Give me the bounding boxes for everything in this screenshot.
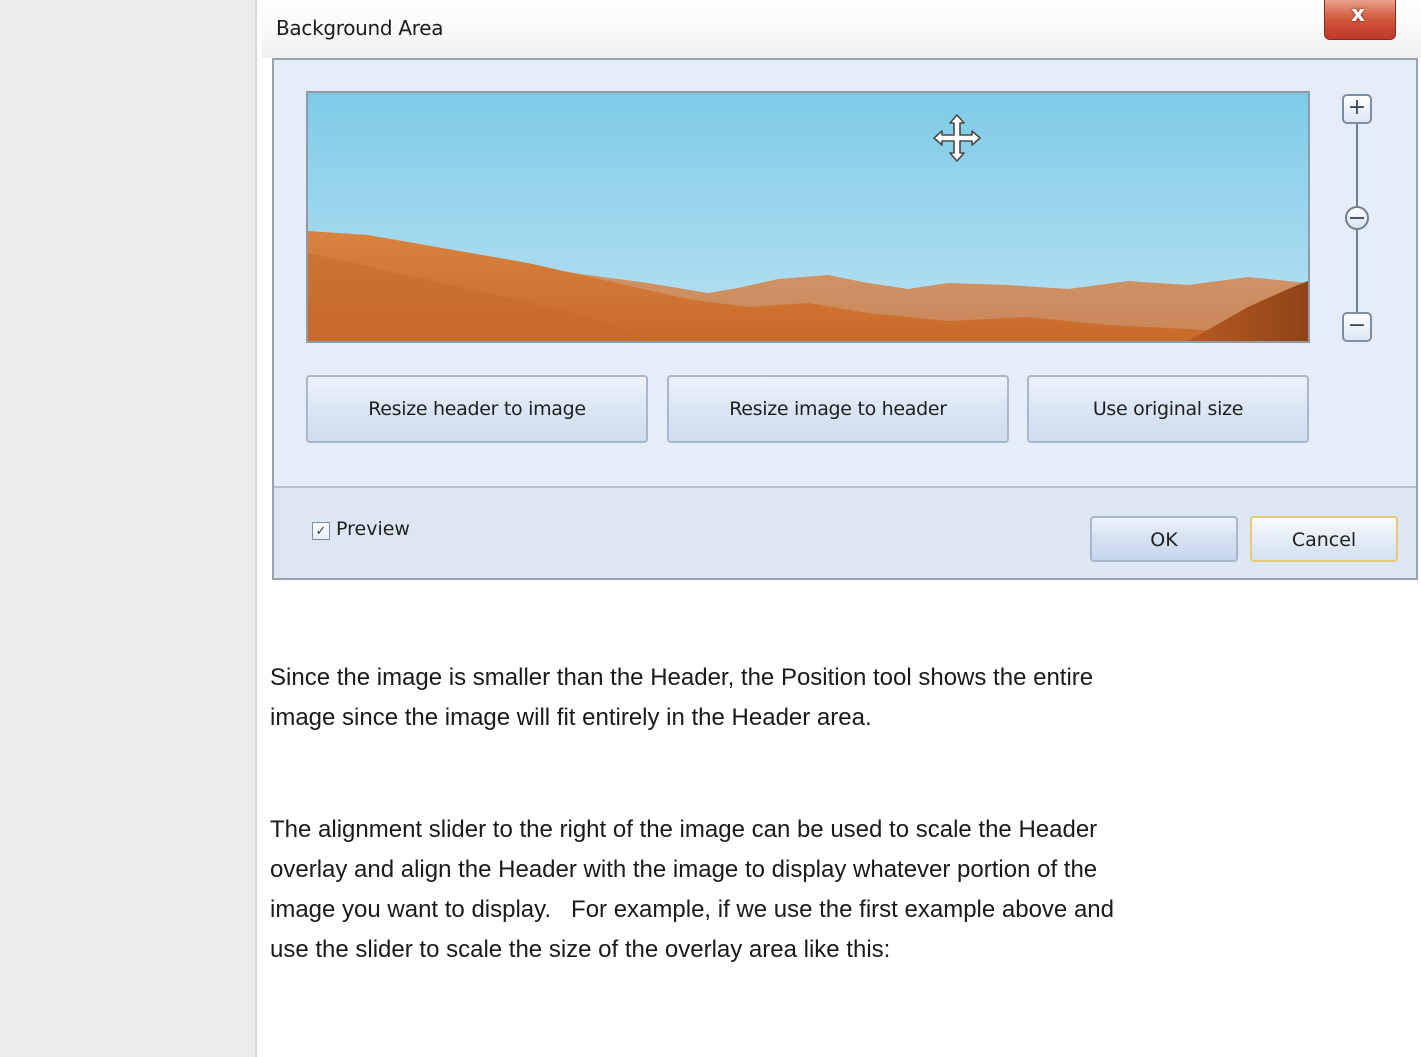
image-preview[interactable] [306, 91, 1310, 343]
article-paragraph-2: The alignment slider to the right of the… [270, 816, 1114, 963]
preview-label: Preview [336, 518, 410, 540]
dialog-body: + − Resize header to image Resize image … [272, 58, 1418, 580]
preview-checkbox[interactable]: ✓ [312, 522, 330, 540]
image-panel: + − Resize header to image Resize image … [274, 60, 1416, 488]
cancel-button[interactable]: Cancel [1250, 516, 1398, 562]
close-button[interactable]: x [1324, 0, 1396, 40]
move-cursor-icon [933, 114, 981, 162]
close-icon: x [1351, 2, 1366, 27]
article-paragraph-1: Since the image is smaller than the Head… [270, 664, 1094, 731]
dialog-title: Background Area [276, 16, 444, 40]
resize-image-to-header-button[interactable]: Resize image to header [667, 375, 1009, 443]
zoom-slider-thumb[interactable] [1345, 206, 1369, 230]
background-area-dialog: Background Area x + − Resize header to i… [262, 0, 1421, 590]
desert-image [308, 93, 1308, 341]
zoom-out-button[interactable]: − [1342, 312, 1372, 342]
zoom-in-button[interactable]: + [1342, 94, 1372, 124]
left-sidebar [0, 0, 257, 1057]
use-original-size-button[interactable]: Use original size [1027, 375, 1309, 443]
ok-button[interactable]: OK [1090, 516, 1238, 562]
resize-header-to-image-button[interactable]: Resize header to image [306, 375, 648, 443]
dialog-titlebar: Background Area x [262, 0, 1421, 58]
